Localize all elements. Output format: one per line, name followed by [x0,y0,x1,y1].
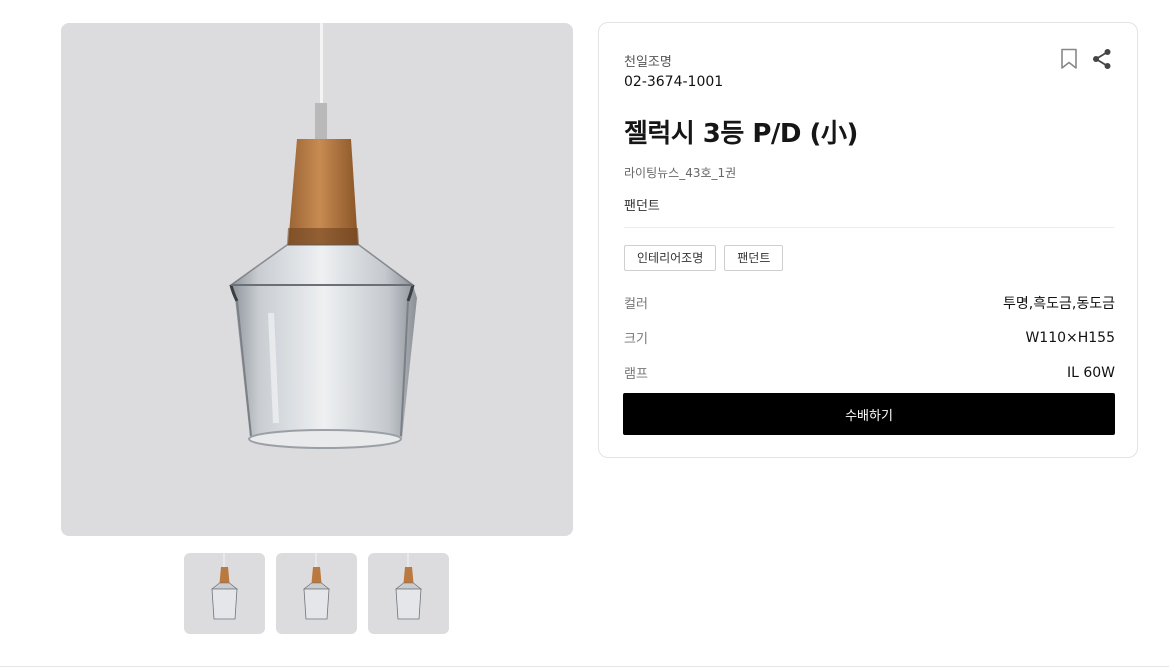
thumbnail-2[interactable] [276,553,357,634]
thumbnail-3[interactable] [368,553,449,634]
pendant-lamp-illustration [228,23,417,449]
spec-label: 크기 [624,332,648,347]
card-actions [1058,48,1113,70]
spec-row-size: 크기 W110×H155 [624,320,1115,355]
spec-row-lamp: 램프 IL 60W [624,355,1115,390]
brand-name: 천일조명 [624,55,672,70]
product-source: 라이팅뉴스_43호_1권 [624,166,737,180]
thumbnail-strip [184,553,449,634]
order-button[interactable]: 수배하기 [623,393,1115,435]
footer-divider [0,666,1169,667]
tag-list: 인테리어조명 팬던트 [624,245,784,271]
spec-label: 램프 [624,367,648,382]
divider [624,227,1114,228]
tag-interior-lighting[interactable]: 인테리어조명 [624,245,717,271]
spec-value: IL 60W [1066,364,1115,381]
spec-value: W110×H155 [1025,329,1115,346]
pendant-lamp-thumbnail [211,553,238,620]
product-category: 팬던트 [624,199,660,214]
bookmark-icon[interactable] [1058,48,1080,70]
spec-table: 컬러 투명,흑도금,동도금 크기 W110×H155 램프 IL 60W [624,285,1115,390]
thumbnail-1[interactable] [184,553,265,634]
product-detail-page: 천일조명 02-3674-1001 젤럭시 3등 P/D (小) 라이팅뉴스_4… [0,0,1169,670]
spec-row-color: 컬러 투명,흑도금,동도금 [624,285,1115,320]
spec-label: 컬러 [624,297,648,312]
main-product-image [61,23,573,536]
product-info-card: 천일조명 02-3674-1001 젤럭시 3등 P/D (小) 라이팅뉴스_4… [598,22,1138,458]
pendant-lamp-thumbnail [395,553,422,620]
spec-value: 투명,흑도금,동도금 [1003,295,1115,312]
brand-phone: 02-3674-1001 [624,74,724,90]
share-icon[interactable] [1091,48,1113,70]
pendant-lamp-thumbnail [303,553,330,620]
product-title: 젤럭시 3등 P/D (小) [624,119,858,149]
tag-pendant[interactable]: 팬던트 [724,245,784,271]
